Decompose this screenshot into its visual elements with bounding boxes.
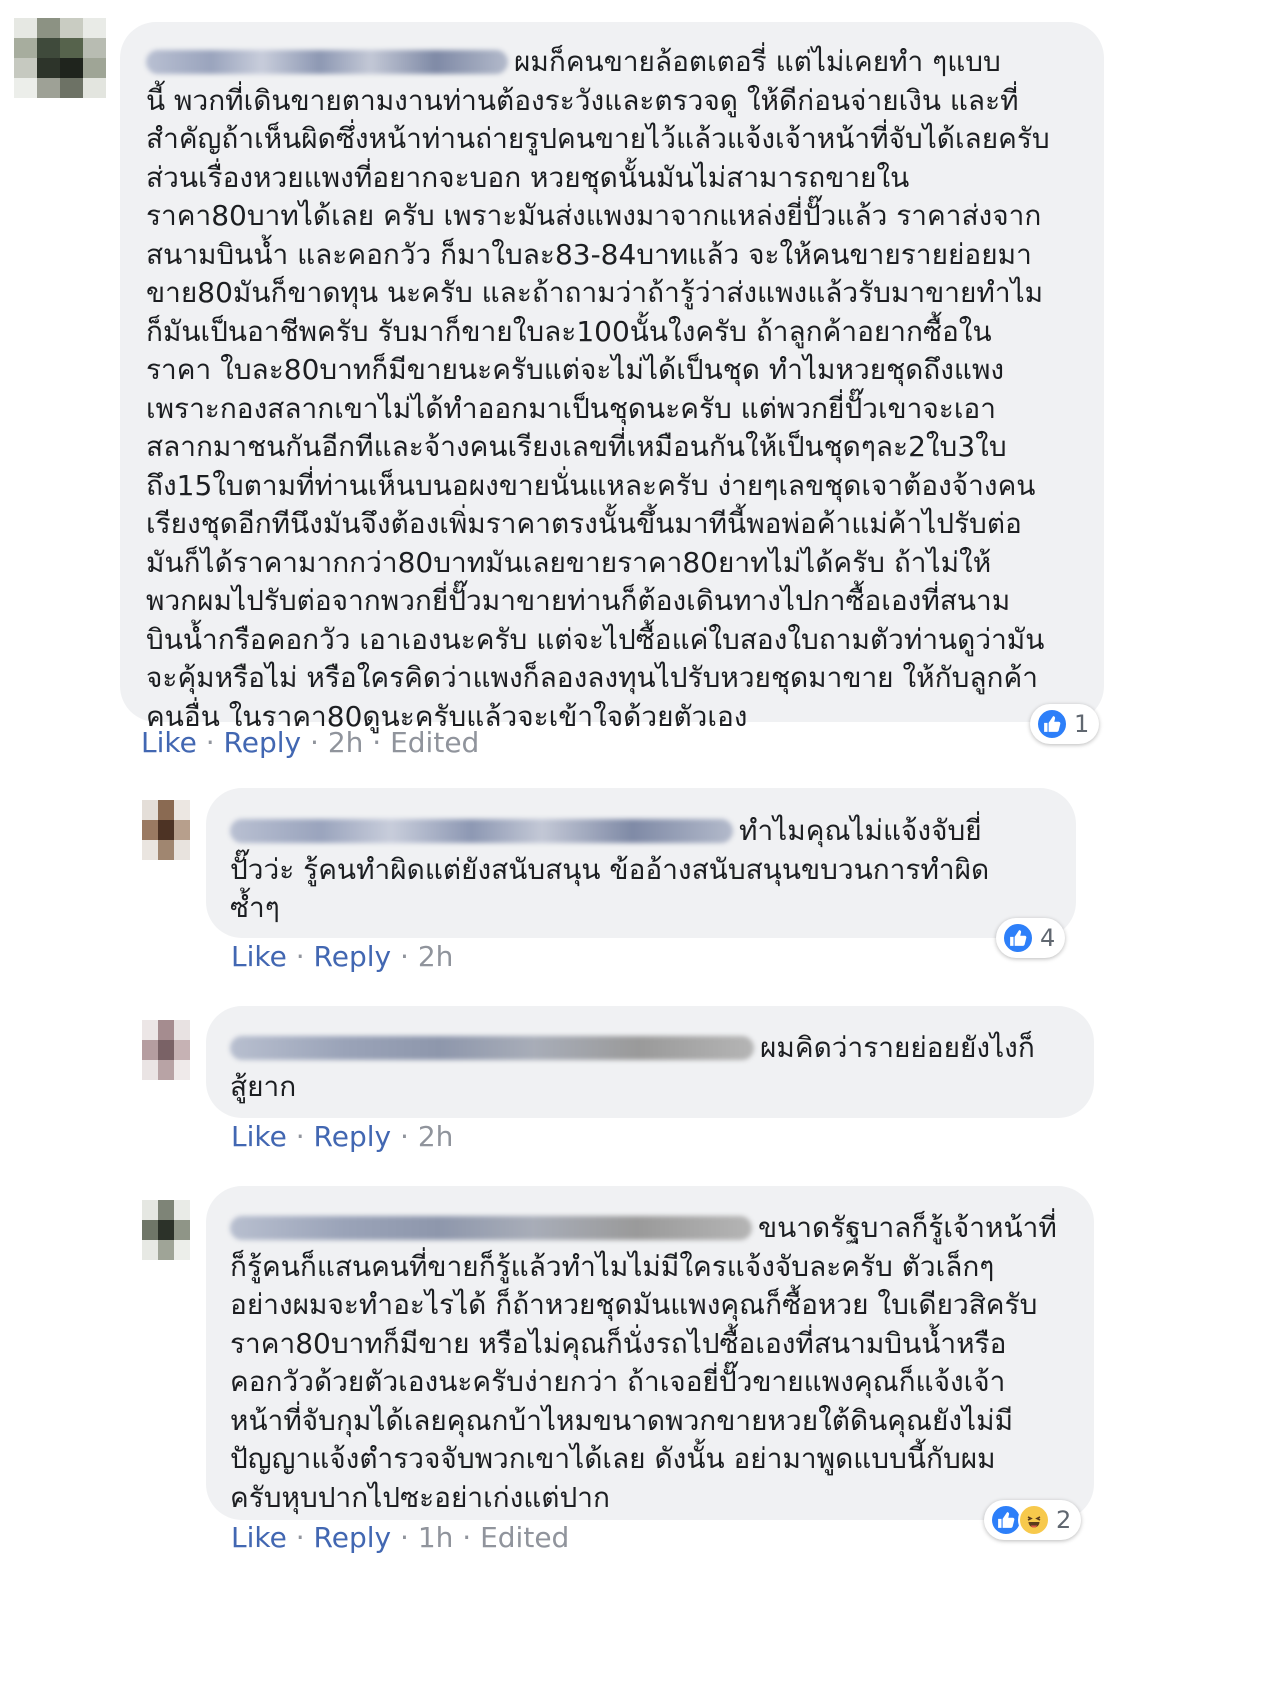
comment-bubble: ผมก็คนขายล้อตเตอรี่ แต่ไม่เคยทำ ๆแบบ นี้…: [120, 22, 1104, 733]
comment-line: จะคุ้มหรือไม่ หรือใครคิดว่าแพงก็ลองลงทุน…: [146, 661, 1038, 694]
reaction-count: 4: [1040, 924, 1056, 952]
comment-line: เรียงชุดอีกทีนึงมันจึงต้องเพิ่มราคาตรงนั…: [146, 507, 1022, 540]
comment-line: ทำไมคุณไม่แจ้งจับยี่: [230, 812, 1076, 851]
like-link[interactable]: Like: [231, 1521, 287, 1554]
separator: ·: [400, 1120, 418, 1153]
comment-bubble: ทำไมคุณไม่แจ้งจับยี่ ปั๊วว่ะ รู้คนทำผิดแ…: [206, 788, 1076, 938]
comment-line: ก็มันเป็นอาชีพครับ รับมาก็ขายใบละ100นั้น…: [146, 314, 992, 348]
reply-link[interactable]: Reply: [314, 1521, 392, 1554]
avatar[interactable]: [14, 18, 106, 98]
comment-line: ขนาดรัฐบาลก็รู้เจ้าหน้าที่: [230, 1209, 1094, 1248]
like-link[interactable]: Like: [231, 1120, 287, 1153]
comment-line: นี้ พวกที่เดินขายตามงานท่านต้องระวังและต…: [146, 83, 1019, 117]
like-link[interactable]: Like: [141, 726, 197, 759]
comment-line: สู้ยาก: [230, 1069, 297, 1103]
comment-line: ครับหุบปากไปซะอย่าเก่งแต่ปาก: [230, 1480, 610, 1514]
comment-line: ถึง15ใบตามที่ท่านเห็นบนอผงขายนั่นแหละครั…: [146, 468, 1036, 502]
comment-line: ก็รู้คนก็แสนคนที่ขายก็รู้แล้วทำไมไม่มีใค…: [230, 1249, 995, 1283]
reaction-summary[interactable]: 2: [984, 1500, 1082, 1540]
comment-line: มันก็ได้ราคามากกว่า80บาทมันเลยขายราคา80ย…: [146, 545, 992, 579]
comment-line: ซ้ำๆ: [230, 891, 280, 924]
avatar[interactable]: [142, 800, 190, 860]
avatar[interactable]: [142, 1020, 190, 1080]
like-reaction-icon: [1002, 922, 1034, 954]
reply-link[interactable]: Reply: [224, 726, 302, 759]
separator: ·: [372, 726, 391, 759]
comment-line: ปั๊วว่ะ รู้คนทำผิดแต่ยังสนับสนุน ข้ออ้าง…: [230, 852, 990, 886]
comment-line: ราคา ใบละ80บาทก็มีขายนะครับแต่จะไม่ได้เป…: [146, 353, 1005, 386]
comment-actions: Like · Reply · 1h · Edited: [231, 1521, 569, 1554]
edited-label[interactable]: Edited: [480, 1521, 569, 1554]
comment-line: ราคา80บาทได้เลย ครับ เพราะมันส่งแพงมาจาก…: [146, 199, 1042, 232]
separator: ·: [400, 940, 418, 973]
comment-bubble: ขนาดรัฐบาลก็รู้เจ้าหน้าที่ ก็รู้คนก็แสนค…: [206, 1186, 1094, 1520]
comment-line: พวกผมไปรับต่อจากพวกยี่ปั๊วมาขายท่านก็ต้อ…: [146, 584, 1011, 617]
reply-link[interactable]: Reply: [314, 940, 392, 973]
separator: ·: [295, 1120, 314, 1153]
comment-line: ผมก็คนขายล้อตเตอรี่ แต่ไม่เคยทำ ๆแบบ: [146, 43, 1104, 82]
reaction-summary[interactable]: 4: [996, 918, 1066, 958]
author-name[interactable]: [146, 50, 508, 74]
avatar[interactable]: [142, 1200, 190, 1260]
comment-line: ปัญญาแจ้งตำรวจจับพวกเขาได้เลย ดังนั้น อย…: [230, 1442, 996, 1475]
separator: ·: [205, 726, 224, 759]
reaction-count: 2: [1056, 1506, 1072, 1534]
author-name[interactable]: [230, 819, 733, 843]
separator: ·: [462, 1521, 481, 1554]
comment-line: ราคา80บาทก็มีขาย หรือไม่คุณก็นั่งรถไปซื้…: [230, 1326, 1007, 1360]
comment-line: ส่วนเรื่องหวยแพงที่อยากจะบอก หวยชุดนั้นม…: [146, 160, 910, 194]
timestamp[interactable]: 2h: [418, 940, 454, 973]
comment-line: คอกวัวด้วยตัวเองนะครับง่ายกว่า ถ้าเจอยี่…: [230, 1365, 1006, 1398]
comment-line: หน้าที่จับกุมได้เลยคุณกบ้าไหมขนาดพวกขายห…: [230, 1403, 1014, 1437]
separator: ·: [310, 726, 328, 759]
comment-line: ขาย80มันก็ขาดทุน นะครับ และถ้าถามว่าถ้าร…: [146, 276, 1044, 309]
haha-reaction-icon: [1018, 1504, 1050, 1536]
timestamp[interactable]: 2h: [418, 1120, 454, 1153]
comment-line: บินน้ำกรือคอกวัว เอาเองนะครับ แต่จะไปซื้…: [146, 622, 1045, 656]
like-reaction-icon: [1036, 708, 1068, 740]
separator: ·: [295, 940, 314, 973]
comment-line: อย่างผมจะทำอะไรได้ ก็ถ้าหวยชุดมันแพงคุณก…: [230, 1288, 1038, 1321]
reply-link[interactable]: Reply: [314, 1120, 392, 1153]
timestamp[interactable]: 1h: [418, 1521, 454, 1554]
comment-line: สำคัญถ้าเห็นผิดซึ่งหน้าท่านถ่ายรูปคนขายไ…: [146, 122, 1050, 155]
separator: ·: [295, 1521, 314, 1554]
comment-line: ผมคิดว่ารายย่อยยังไงก็: [230, 1029, 1094, 1068]
comment-actions: Like · Reply · 2h: [231, 940, 453, 973]
separator: ·: [400, 1521, 418, 1554]
timestamp[interactable]: 2h: [328, 726, 364, 759]
comment-line: สนามบินน้ำ และคอกวัว ก็มาใบละ83-84บาทแล้…: [146, 237, 1032, 271]
like-link[interactable]: Like: [231, 940, 287, 973]
comment-actions: Like · Reply · 2h · Edited: [141, 726, 479, 759]
comment-line: สลากมาชนกันอีกทีและจ้างคนเรียงเลขที่เหมื…: [146, 430, 1007, 463]
reaction-count: 1: [1074, 710, 1090, 738]
comment-line: เพราะกองสลากเขาไม่ได้ทำออกมาเป็นชุดนะครั…: [146, 391, 996, 425]
author-name[interactable]: [230, 1216, 752, 1240]
reaction-summary[interactable]: 1: [1030, 704, 1100, 744]
comment-actions: Like · Reply · 2h: [231, 1120, 453, 1153]
comment-bubble: ผมคิดว่ารายย่อยยังไงก็ สู้ยาก: [206, 1006, 1094, 1118]
author-name[interactable]: [230, 1036, 754, 1060]
edited-label[interactable]: Edited: [390, 726, 479, 759]
